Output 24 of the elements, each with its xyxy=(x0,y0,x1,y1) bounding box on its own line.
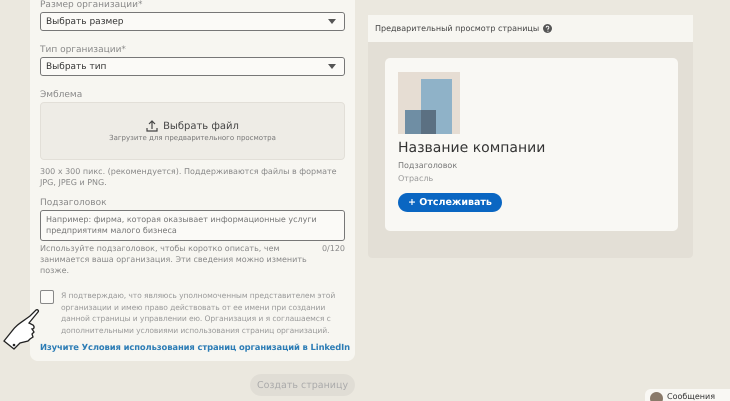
tagline-help: Используйте подзаголовок, чтобы коротко описать, чем занимается ваша организация. Эти сведения можно изменить позже. xyxy=(40,243,308,276)
char-counter: 0/120 xyxy=(322,243,345,255)
terms-link[interactable]: Изучите Условия использования страниц организаций в LinkedIn xyxy=(40,341,350,353)
field-label: Размер организации* xyxy=(40,0,144,10)
messaging-tab[interactable]: Сообщения xyxy=(645,389,730,401)
size-dropdown[interactable]: Выбрать размер xyxy=(40,12,345,31)
field-label: Эмблема xyxy=(40,90,84,100)
caret-icon xyxy=(328,64,336,69)
follow-button[interactable]: + Отслеживать xyxy=(398,193,502,212)
tagline-field[interactable]: Например: фирма, которая оказывает информационные услуги предприятиям малого бизнеса xyxy=(40,210,345,241)
company-industry: Отрасль xyxy=(398,174,434,183)
field-label: Подзаголовок xyxy=(40,198,108,208)
caret-icon xyxy=(328,19,336,24)
company-logo-icon xyxy=(398,72,460,134)
upload-icon xyxy=(146,120,158,132)
field-label: Тип организации* xyxy=(40,45,127,55)
type-dropdown[interactable]: Выбрать тип xyxy=(40,57,345,76)
logo-hint: 300 x 300 пикс. (рекомендуется). Поддерживаются файлы в формате JPG, JPEG и PNG. xyxy=(40,166,338,188)
company-name: Название компании xyxy=(398,140,546,156)
preview-title: Предварительный просмотр страницы xyxy=(375,24,540,33)
help-icon[interactable] xyxy=(543,24,552,33)
company-tagline: Подзаголовок xyxy=(398,161,458,170)
choose-file-button[interactable]: Выбрать файл xyxy=(146,120,239,132)
consent-checkbox[interactable] xyxy=(40,290,54,304)
